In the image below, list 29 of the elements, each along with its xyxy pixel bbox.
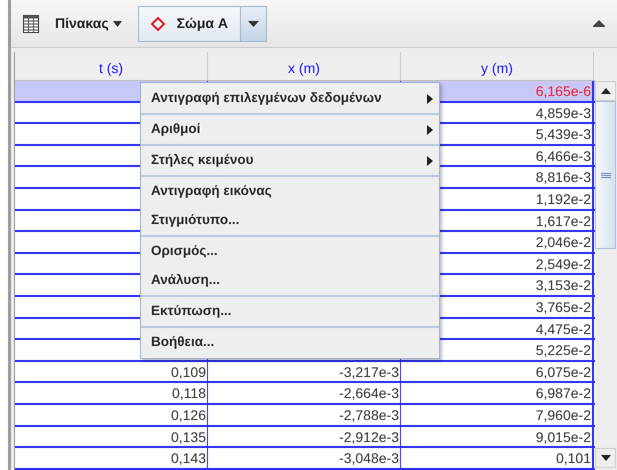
table-cell: -2,664e-3 <box>339 385 399 402</box>
table-cell: 4,859e-3 <box>536 104 591 121</box>
table-cell: 0,109 <box>170 364 206 380</box>
table-cell: 9,015e-2 <box>536 428 591 444</box>
table-cell: 2,549e-2 <box>536 256 591 272</box>
table-cell: 1,617e-2 <box>536 212 591 229</box>
table-cell: 6,075e-2 <box>536 364 591 380</box>
table-cell: -2,912e-3 <box>339 428 399 444</box>
table-cell: 3,765e-2 <box>536 298 591 315</box>
table-cell: 2,046e-2 <box>536 234 591 250</box>
table-cell: 3,153e-2 <box>536 277 591 294</box>
table-cell: 6,987e-2 <box>536 385 591 402</box>
table-cell: 0,143 <box>170 450 206 466</box>
table-cell: 5,439e-3 <box>536 126 591 142</box>
table-cell: 1,192e-2 <box>536 190 591 207</box>
object-label: Σώμα A <box>176 14 228 33</box>
table-cell: 0,101 <box>556 450 591 466</box>
table-cell: 0,126 <box>170 406 206 423</box>
table-cell: -2,788e-3 <box>339 406 399 423</box>
table-cell: 6,165e-6 <box>536 83 591 99</box>
table-cell: -3,048e-3 <box>339 450 399 466</box>
table-cell: 6,466e-3 <box>536 148 591 164</box>
table-cell: 0,118 <box>172 385 206 402</box>
table-cell: 0,135 <box>170 428 206 444</box>
table-cell: 5,225e-2 <box>536 342 591 358</box>
table-cell: 4,475e-2 <box>536 320 591 337</box>
table-cell: 7,960e-2 <box>536 406 591 423</box>
table-cell: 8,816e-3 <box>536 169 591 186</box>
table-cell: -3,217e-3 <box>339 364 399 380</box>
